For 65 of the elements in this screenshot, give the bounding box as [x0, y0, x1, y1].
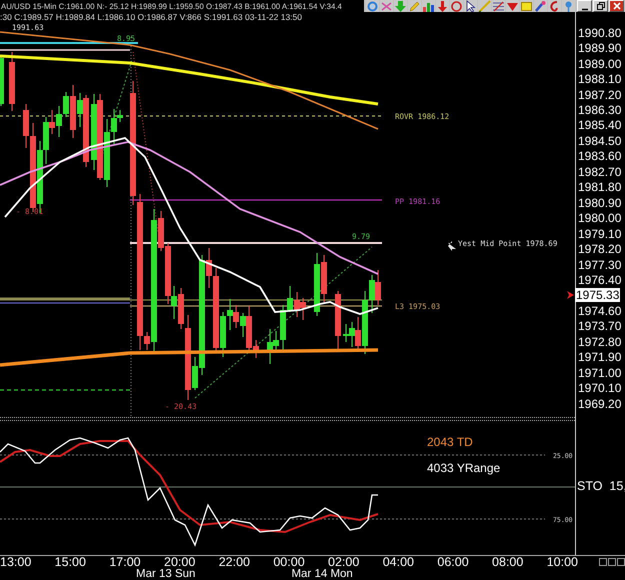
bar-info-text: :30 C:1989.57 H:1989.84 L:1986.10 O:1986.87 V:866 S:1991.63 03-11-22 13:50	[0, 12, 303, 22]
time-label: 10:00	[546, 556, 578, 569]
date-label: Mar 13 Sun	[136, 569, 196, 580]
arrow-icon	[448, 241, 456, 251]
axis-label: 1986.30	[577, 102, 622, 117]
close-icon	[612, 2, 620, 10]
date-label: Mar 14 Mon	[291, 569, 353, 580]
bar-chart-icon[interactable]	[422, 0, 435, 12]
axis-label: 1985.40	[577, 118, 622, 132]
pointer-icon	[567, 291, 574, 300]
axis-label: 1980.90	[577, 196, 622, 210]
time-label: 02:00	[328, 556, 360, 569]
axis-label: 1983.60	[577, 149, 622, 164]
time-label: 13:00	[0, 556, 32, 569]
restore-icon	[596, 2, 604, 10]
candlestick	[335, 290, 341, 350]
legend-label: 4033 YRange	[427, 461, 500, 475]
axis-label: 1976.40	[577, 272, 622, 287]
swirl-icon[interactable]	[366, 0, 379, 12]
legend-label: 2043 TD	[427, 435, 473, 449]
axis-label: 1969.20	[577, 396, 622, 411]
current-price-tag: 1975.33	[575, 288, 620, 302]
axis-label: 1982.70	[577, 164, 622, 179]
axis-label: 1979.10	[577, 226, 622, 241]
pencil-icon[interactable]	[408, 0, 421, 12]
axis-label: 1971.00	[577, 366, 622, 380]
time-label: 20:00	[164, 556, 196, 569]
lines-icon[interactable]	[492, 0, 505, 12]
axis-label: 1973.70	[577, 319, 622, 334]
time-label: 08:00	[492, 556, 524, 569]
axis-label: 1972.80	[577, 334, 622, 349]
axis-label: 1977.30	[577, 258, 622, 272]
axis-label: 1989.90	[577, 41, 622, 56]
time-label: 15:00	[54, 556, 86, 569]
axis-label: 1989.00	[577, 56, 622, 71]
axis-label: 1981.80	[577, 180, 622, 194]
minimize-icon	[582, 8, 588, 10]
axis-label: 1987.20	[577, 88, 622, 102]
restore-button[interactable]	[593, 0, 608, 12]
axis-label: 1984.50	[577, 134, 622, 148]
axis-label: 1970.10	[577, 381, 622, 396]
brush-icon[interactable]	[534, 0, 547, 12]
time-label: 17:00	[109, 556, 141, 569]
axis-label: 1980.00	[577, 211, 622, 226]
hook-icon[interactable]	[548, 0, 561, 12]
axis-label: 1988.10	[577, 72, 622, 86]
time-label: 04:00	[382, 556, 414, 569]
down-arrow-icon[interactable]	[436, 0, 449, 12]
axis-label: 1974.60	[577, 304, 622, 318]
candlestick	[9, 52, 15, 112]
triangle-icon[interactable]	[506, 0, 519, 12]
square-icon[interactable]	[520, 0, 533, 12]
cursor-icon[interactable]	[464, 0, 477, 12]
time-label: 00:00	[273, 556, 305, 569]
minimize-button[interactable]	[577, 0, 592, 12]
close-button[interactable]	[609, 0, 624, 12]
candlestick	[0, 54, 4, 106]
axis-label: 1978.20	[577, 242, 622, 256]
time-label: 06:00	[437, 556, 469, 569]
axis-label: 1990.80	[577, 26, 622, 40]
axis-label: 1971.90	[577, 350, 622, 364]
cross-icon[interactable]	[380, 0, 393, 12]
time-label: 22:00	[218, 556, 250, 569]
pin-icon[interactable]	[562, 0, 575, 12]
squares-icon	[599, 558, 625, 566]
